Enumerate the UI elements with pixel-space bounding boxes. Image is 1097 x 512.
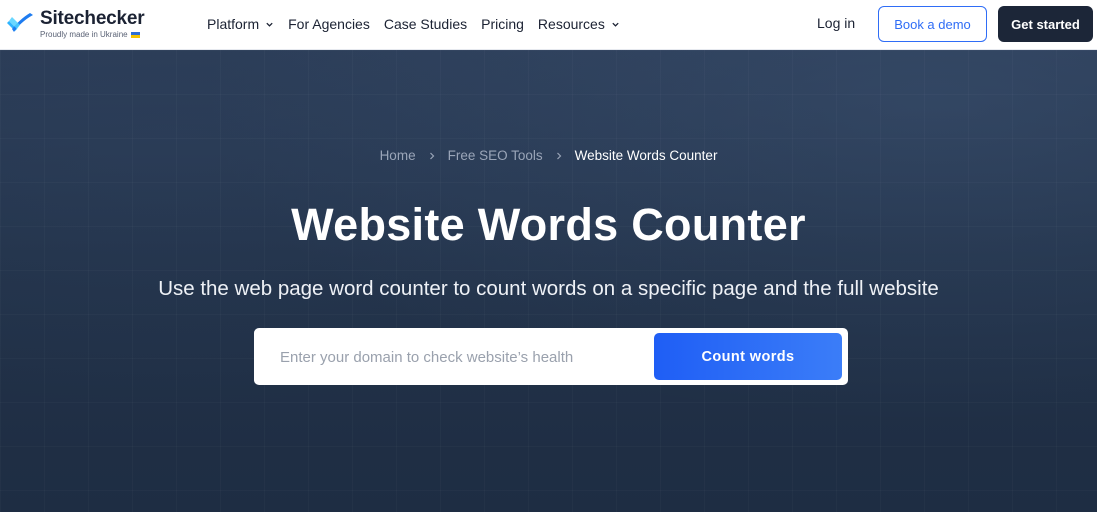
nav-item-label: For Agencies: [288, 16, 370, 32]
hero-section: Home Free SEO Tools Website Words Counte…: [0, 50, 1097, 512]
nav-item-label: Case Studies: [383, 16, 468, 32]
domain-input[interactable]: [278, 328, 652, 387]
nav-item-for-agencies[interactable]: For Agencies: [288, 16, 370, 32]
breadcrumb-home[interactable]: Home: [380, 148, 416, 163]
logo-check-icon: [7, 13, 33, 32]
site-header: Sitechecker Proudly made in Ukraine Plat…: [0, 0, 1097, 50]
book-demo-button[interactable]: Book a demo: [878, 6, 987, 42]
domain-search-form: Count words: [254, 328, 848, 387]
nav-item-pricing[interactable]: Pricing: [481, 16, 524, 32]
breadcrumb: Home Free SEO Tools Website Words Counte…: [0, 148, 1097, 163]
sitechecker-logo[interactable]: Sitechecker Proudly made in Ukraine: [6, 8, 145, 40]
logo-text: Sitechecker Proudly made in Ukraine: [40, 8, 145, 40]
nav-item-platform[interactable]: Platform: [207, 16, 274, 32]
page-subtitle: Use the web page word counter to count w…: [158, 277, 939, 300]
chevron-right-icon: [556, 152, 561, 159]
logo-tagline-text: Proudly made in Ukraine: [40, 30, 128, 39]
get-started-button[interactable]: Get started: [998, 6, 1093, 42]
login-link[interactable]: Log in: [817, 15, 855, 31]
logo-tagline: Proudly made in Ukraine: [40, 30, 144, 40]
chevron-down-icon: [266, 22, 273, 27]
chevron-down-icon: [612, 22, 619, 27]
chevron-right-icon: [429, 152, 434, 159]
ukraine-flag-icon: [130, 32, 140, 38]
nav-item-resources[interactable]: Resources: [538, 16, 620, 32]
page-title: Website Words Counter: [291, 199, 806, 250]
breadcrumb-current: Website Words Counter: [574, 148, 718, 163]
nav-item-case-studies[interactable]: Case Studies: [384, 16, 467, 32]
main-nav: Platform For Agencies Case Studies Prici…: [207, 0, 634, 48]
nav-item-label: Resources: [537, 16, 605, 32]
logo-name: Sitechecker: [40, 8, 145, 29]
count-words-button[interactable]: Count words: [654, 333, 842, 380]
nav-item-label: Pricing: [481, 16, 524, 32]
breadcrumb-free-seo-tools[interactable]: Free SEO Tools: [448, 148, 543, 163]
nav-item-label: Platform: [207, 16, 260, 32]
